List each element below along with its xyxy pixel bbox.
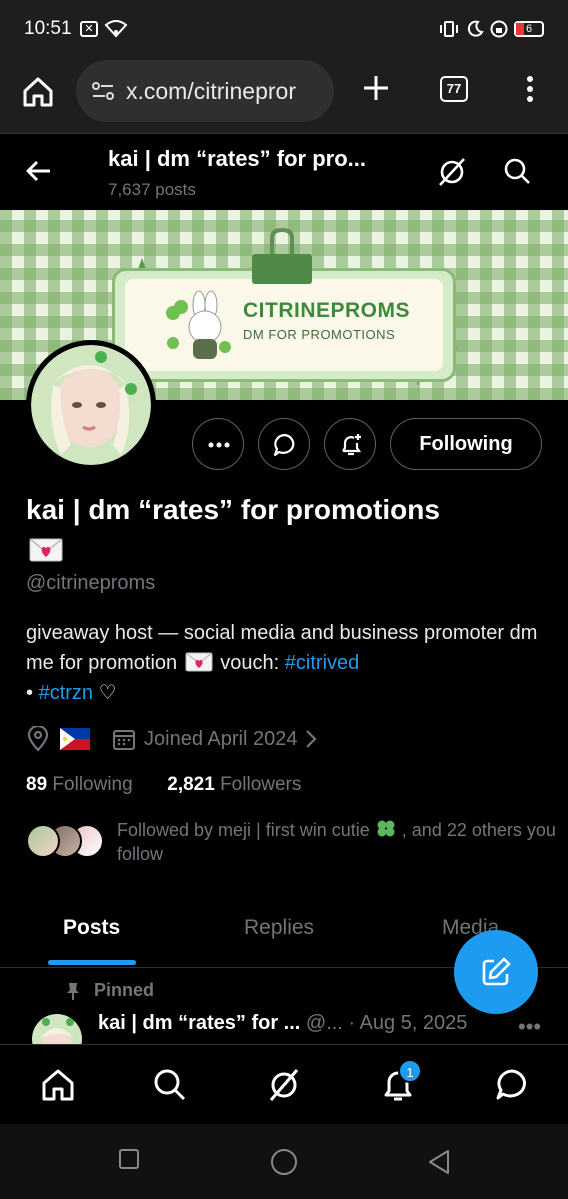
header-post-count: 7,637 posts: [108, 180, 196, 199]
system-back-icon[interactable]: [426, 1148, 452, 1176]
chevron-right-icon[interactable]: [303, 728, 319, 750]
profile-display-name: kai | dm “rates” for promotions: [26, 494, 440, 525]
status-time: 10:51: [24, 18, 72, 39]
bio-vouch: vouch:: [220, 652, 280, 674]
url-bar[interactable]: x.com/citrinepror: [76, 60, 334, 122]
follow-stats: 89 Following 2,821 Followers: [26, 774, 301, 796]
lock-circle-icon: [490, 20, 508, 38]
status-bar: 10:51 ✕ 6: [0, 0, 568, 58]
site-settings-icon[interactable]: [90, 78, 116, 104]
notification-x-icon: ✕: [80, 21, 98, 37]
battery-icon: 6: [514, 21, 544, 37]
pinned-label: Pinned: [64, 980, 154, 1001]
bio-separator: •: [26, 682, 34, 704]
binder-clip-illustration: [252, 228, 312, 284]
tweet-header: kai | dm “rates” for ... @... · Aug 5, 2…: [98, 1012, 467, 1035]
message-bubble-icon: [273, 433, 295, 457]
bio-hashtag-link[interactable]: #citrived: [285, 652, 359, 674]
home-icon[interactable]: [40, 1067, 76, 1103]
tweet-author-handle: @...: [305, 1012, 343, 1034]
ellipsis-icon: [208, 442, 230, 448]
more-options-button[interactable]: [192, 418, 244, 470]
avatar-photo: [31, 345, 151, 465]
bio-hashtag-link[interactable]: #ctrzn: [39, 682, 93, 704]
compose-icon: [482, 957, 511, 986]
compose-post-button[interactable]: [454, 930, 538, 1014]
header-title: kai | dm “rates” for pro...: [108, 146, 366, 171]
tab-replies[interactable]: Replies: [244, 916, 314, 940]
pin-icon: [67, 982, 79, 1000]
browser-toolbar: x.com/citrinepror 77: [0, 58, 568, 134]
mutual-follower-avatars: [26, 824, 106, 858]
explore-search-icon[interactable]: [152, 1067, 188, 1103]
tab-posts[interactable]: Posts: [63, 916, 120, 940]
joined-date: Joined April 2024: [144, 727, 298, 750]
profile-header: kai | dm “rates” for pro... 7,637 posts: [0, 134, 568, 210]
recent-apps-icon[interactable]: [118, 1148, 140, 1170]
back-arrow-icon[interactable]: [24, 156, 54, 186]
home-button[interactable]: [20, 74, 56, 110]
grok-icon[interactable]: [436, 156, 468, 188]
followed-by-text: Followed by meji | first win cutie , and…: [117, 820, 556, 864]
notification-badge: 1: [398, 1059, 422, 1083]
tweet-more-button[interactable]: •••: [518, 1014, 541, 1040]
profile-avatar[interactable]: [26, 340, 156, 470]
bio-text: giveaway host — social media and busines…: [26, 622, 538, 674]
love-letter-icon: [185, 652, 213, 672]
bio-heart: ♡: [98, 682, 117, 704]
system-navigation-bar: [0, 1124, 568, 1199]
system-home-icon[interactable]: [270, 1148, 298, 1176]
bottom-navigation: 1: [0, 1044, 568, 1124]
location-pin-icon: [27, 726, 49, 752]
banner-subtitle: DM FOR PROMOTIONS: [243, 327, 396, 342]
tweet-date[interactable]: · Aug 5, 2025: [348, 1012, 467, 1034]
messages-icon[interactable]: [494, 1067, 530, 1103]
following-link[interactable]: 89 Following: [26, 774, 133, 795]
bunny-clover-illustration: [166, 290, 231, 359]
bell-plus-icon: [342, 434, 362, 456]
active-tab-indicator: [48, 960, 136, 965]
calendar-icon: [113, 730, 135, 750]
notify-bell-button[interactable]: [324, 418, 376, 470]
tab-switcher-button[interactable]: 77: [440, 76, 468, 102]
search-icon[interactable]: [502, 156, 532, 186]
profile-handle: @citrineproms: [26, 572, 156, 594]
love-letter-icon: [29, 538, 63, 562]
profile-meta-row: Joined April 2024: [26, 724, 319, 754]
grok-icon[interactable]: [266, 1067, 302, 1103]
url-text[interactable]: x.com/citrinepror: [126, 78, 326, 105]
wifi-icon: [104, 20, 128, 38]
tweet-author-name[interactable]: kai | dm “rates” for ...: [98, 1012, 300, 1034]
vibrate-icon: [440, 21, 458, 37]
philippines-flag-icon: [60, 728, 90, 750]
followed-by-row[interactable]: Followed by meji | first win cutie , and…: [26, 818, 556, 868]
moon-icon: [467, 20, 484, 37]
followers-link[interactable]: 2,821 Followers: [167, 774, 301, 795]
browser-menu-icon[interactable]: [520, 74, 540, 104]
message-button[interactable]: [258, 418, 310, 470]
four-leaf-clover-icon: [377, 820, 395, 837]
profile-bio: giveaway host — social media and busines…: [26, 618, 556, 708]
following-button[interactable]: Following: [390, 418, 542, 470]
avatar: [26, 824, 60, 858]
new-tab-button[interactable]: [360, 72, 392, 104]
banner-title: CITRINEPROMS: [243, 299, 411, 322]
